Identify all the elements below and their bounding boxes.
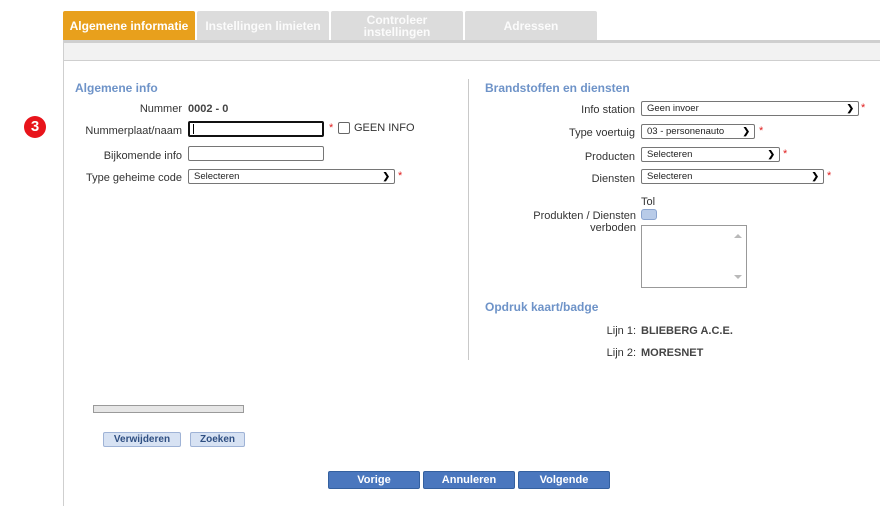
services-select[interactable]: Selecteren ❯ xyxy=(641,169,824,184)
services-selected: Selecteren xyxy=(647,171,693,182)
forbidden-label-line1: Produkten / Diensten xyxy=(533,210,636,222)
forbidden-label: Produkten / Diensten verboden xyxy=(500,210,636,234)
chevron-down-icon: ❯ xyxy=(767,149,775,159)
required-marker: * xyxy=(827,170,832,182)
chevron-down-icon: ❯ xyxy=(382,171,390,181)
line2-label: Lijn 2: xyxy=(606,347,636,359)
nummer-value: 0002 - 0 xyxy=(188,103,229,115)
products-select[interactable]: Selecteren ❯ xyxy=(641,147,780,162)
form-header-band xyxy=(64,43,880,61)
previous-button[interactable]: Vorige xyxy=(328,471,420,489)
chevron-down-icon: ❯ xyxy=(742,126,750,136)
next-button[interactable]: Volgende xyxy=(518,471,610,489)
forbidden-products-listbox[interactable] xyxy=(641,225,747,288)
tab-label: Instellingen limieten xyxy=(205,18,321,33)
column-divider xyxy=(468,79,469,360)
products-label: Producten xyxy=(584,151,635,163)
listbox-scrollbar[interactable] xyxy=(731,226,746,287)
line1-value: BLIEBERG A.C.E. xyxy=(641,325,733,337)
progress-bar xyxy=(93,405,244,413)
extra-info-label: Bijkomende info xyxy=(103,150,182,162)
forbidden-label-line2: verboden xyxy=(590,222,636,234)
geen-info-checkbox[interactable] xyxy=(338,122,350,134)
secret-code-selected: Selecteren xyxy=(194,171,240,182)
services-label: Diensten xyxy=(591,173,635,185)
line2-value: MORESNET xyxy=(641,347,704,359)
products-selected: Selecteren xyxy=(647,149,693,160)
vehicle-type-selected: 03 - personenauto xyxy=(647,126,725,137)
chevron-down-icon: ❯ xyxy=(846,103,854,113)
text-caret xyxy=(193,124,194,134)
plate-input[interactable] xyxy=(188,121,324,137)
tab-label: Algemene informatie xyxy=(69,18,189,33)
tab-algemene-informatie[interactable]: Algemene informatie xyxy=(63,11,195,40)
vehicle-type-select[interactable]: 03 - personenauto ❯ xyxy=(641,124,755,139)
delete-button[interactable]: Verwijderen xyxy=(103,432,181,447)
chevron-down-icon: ❯ xyxy=(811,171,819,181)
tol-label: Tol xyxy=(641,196,656,208)
tab-controleer-instellingen[interactable]: Controleer instellingen xyxy=(331,11,463,40)
extra-info-input[interactable] xyxy=(188,146,324,161)
section-title-fuel: Brandstoffen en diensten xyxy=(485,81,630,95)
info-station-select[interactable]: Geen invoer ❯ xyxy=(641,101,859,116)
plate-label: Nummerplaat/naam xyxy=(85,125,182,137)
required-marker: * xyxy=(398,170,403,182)
tab-adressen[interactable]: Adressen xyxy=(465,11,597,40)
section-title-general: Algemene info xyxy=(75,81,158,95)
scroll-up-icon[interactable] xyxy=(734,234,742,238)
required-marker: * xyxy=(759,125,764,137)
tol-toggle[interactable] xyxy=(641,209,657,220)
info-station-label: Info station xyxy=(581,104,635,116)
required-marker: * xyxy=(861,102,866,114)
section-title-print: Opdruk kaart/badge xyxy=(485,300,599,314)
secret-code-select[interactable]: Selecteren ❯ xyxy=(188,169,395,184)
search-button[interactable]: Zoeken xyxy=(190,432,245,447)
secret-code-label: Type geheime code xyxy=(85,172,182,184)
vehicle-type-label: Type voertuig xyxy=(568,127,635,139)
line1-label: Lijn 1: xyxy=(606,325,636,337)
nummer-label: Nummer xyxy=(139,103,182,115)
required-marker: * xyxy=(783,148,788,160)
tab-instellingen-limieten[interactable]: Instellingen limieten xyxy=(197,11,329,40)
tab-label: Controleer instellingen xyxy=(363,12,431,39)
required-marker: * xyxy=(329,122,334,134)
scroll-down-icon[interactable] xyxy=(734,275,742,279)
tab-label: Adressen xyxy=(503,18,559,33)
geen-info-label: GEEN INFO xyxy=(354,122,415,134)
step-badge: 3 xyxy=(24,116,46,138)
info-station-selected: Geen invoer xyxy=(647,103,699,114)
cancel-button[interactable]: Annuleren xyxy=(423,471,515,489)
